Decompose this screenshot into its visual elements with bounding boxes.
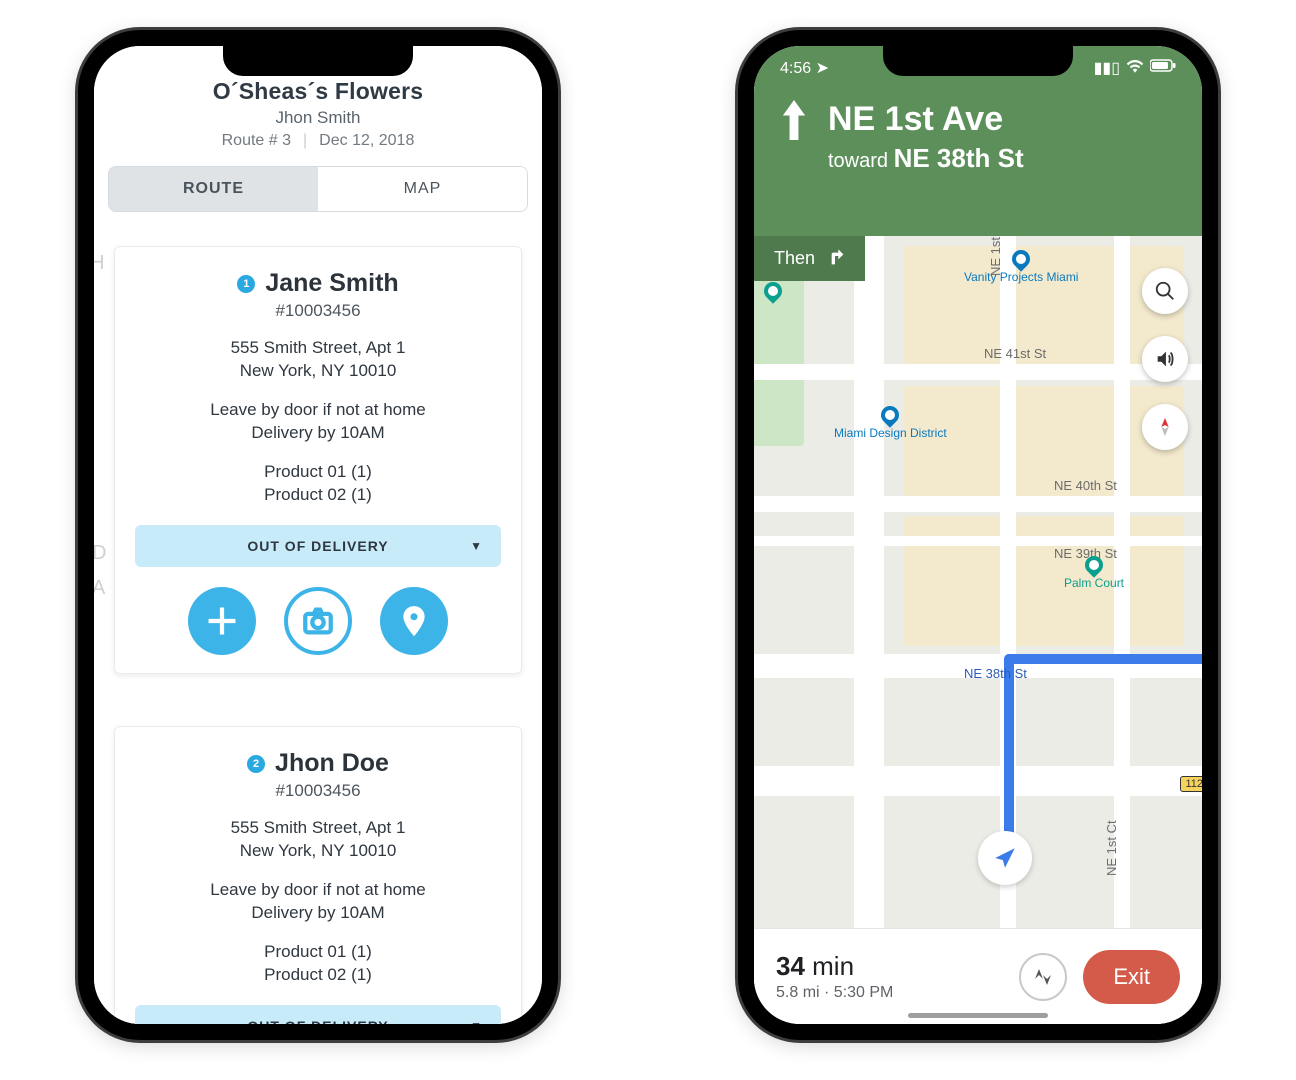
direction-street: NE 1st Ave [828,100,1024,139]
compass-button[interactable] [1142,404,1188,450]
product-line2: Product 02 (1) [135,964,501,987]
status-dropdown[interactable]: OUT OF DELIVERY ▼ [135,525,501,567]
address-line1: 555 Smith Street, Apt 1 [135,337,501,360]
add-button[interactable] [188,587,256,655]
pin-icon [1009,246,1034,271]
alternate-routes-button[interactable] [1019,953,1067,1001]
nav-screen: 4:56 ➤ ▮▮▯ NE 1st Ave toward NE 38th St [754,46,1202,1024]
arrow-up-icon [780,100,808,145]
poi-palm[interactable]: Palm Court [1064,556,1124,590]
pin-icon [760,278,785,303]
direction-toward-prefix: toward [828,150,894,172]
customer-name: Jhon Doe [275,749,389,778]
sound-button[interactable] [1142,336,1188,382]
delivery-header: O´Sheas´s Flowers Jhon Smith Route # 3 |… [94,78,542,150]
stop-card-1[interactable]: 1 Jane Smith #10003456 555 Smith Street,… [114,246,522,674]
poi-design[interactable]: Miami Design District [834,406,947,440]
direction-toward: NE 38th St [894,143,1024,173]
product-line2: Product 02 (1) [135,484,501,507]
address-line2: New York, NY 10010 [135,840,501,863]
status-label: OUT OF DELIVERY [247,538,388,554]
status-time: 4:56 [780,60,811,77]
location-button[interactable] [380,587,448,655]
street-label: NE 40th St [1054,478,1117,493]
phone-delivery: O´Sheas´s Flowers Jhon Smith Route # 3 |… [78,30,558,1040]
poi-generic[interactable] [764,282,782,302]
address-line1: 555 Smith Street, Apt 1 [135,817,501,840]
stop-index-badge: 1 [237,275,255,293]
eta-bar[interactable]: 34 min 5.8 mi · 5:30 PM Exit [754,928,1202,1024]
order-number: #10003456 [135,301,501,321]
delivery-screen: O´Sheas´s Flowers Jhon Smith Route # 3 |… [94,46,542,1024]
compass-icon [1154,416,1176,438]
home-indicator[interactable] [908,1013,1048,1018]
location-arrow-icon: ➤ [816,60,829,77]
pin-icon [397,604,431,638]
product-line1: Product 01 (1) [135,461,501,484]
cursor-icon [992,845,1018,871]
eta-minutes: 34 [776,951,805,981]
speaker-icon [1154,348,1176,370]
search-icon [1154,280,1176,302]
status-dropdown[interactable]: OUT OF DELIVERY ▼ [135,1005,501,1024]
route-shield: 112 [1180,776,1202,792]
map-canvas[interactable]: NE 41st St NE 40th St NE 39th St NE 38th… [754,236,1202,928]
current-location [978,831,1032,885]
street-label: NE 38th St [964,666,1027,681]
pin-icon [1081,552,1106,577]
tab-route[interactable]: ROUTE [109,167,318,211]
eta-details: 5.8 mi · 5:30 PM [776,984,893,1002]
delivery-note2: Delivery by 10AM [135,902,501,925]
chevron-down-icon: ▼ [470,1019,483,1024]
exit-button[interactable]: Exit [1083,950,1180,1004]
order-number: #10003456 [135,781,501,801]
camera-button[interactable] [284,587,352,655]
status-label: OUT OF DELIVERY [247,1018,388,1024]
stop-card-2[interactable]: 2 Jhon Doe #10003456 555 Smith Street, A… [114,726,522,1024]
address-line2: New York, NY 10010 [135,360,501,383]
battery-icon [1150,59,1176,77]
street-label: NE 1st Ct [1104,820,1119,876]
product-line1: Product 01 (1) [135,941,501,964]
street-label: NE 41st St [984,346,1046,361]
signal-icon: ▮▮▯ [1094,58,1120,78]
tab-map[interactable]: MAP [318,167,527,211]
routes-icon [1031,965,1055,989]
route-number: Route # 3 [222,132,291,150]
delivery-note1: Leave by door if not at home [135,879,501,902]
tabs: ROUTE MAP [108,166,528,212]
chevron-down-icon: ▼ [470,539,483,553]
delivery-note1: Leave by door if not at home [135,399,501,422]
plus-icon [205,604,239,638]
then-label: Then [774,248,815,269]
eta-minutes-unit: min [805,951,854,981]
wifi-icon [1126,59,1144,78]
delivery-note2: Delivery by 10AM [135,422,501,445]
customer-name: Jane Smith [265,269,398,298]
route-date: Dec 12, 2018 [319,132,414,150]
search-button[interactable] [1142,268,1188,314]
camera-icon [301,604,335,638]
next-step[interactable]: Then [754,236,865,281]
exit-label: Exit [1113,964,1150,989]
stop-index-badge: 2 [247,755,265,773]
turn-right-icon [825,246,845,271]
phone-navigation: 4:56 ➤ ▮▮▯ NE 1st Ave toward NE 38th St [738,30,1218,1040]
store-name: O´Sheas´s Flowers [94,78,542,105]
driver-name: Jhon Smith [94,108,542,128]
pin-icon [878,402,903,427]
status-bar: 4:56 ➤ ▮▮▯ [754,58,1202,78]
poi-vanity[interactable]: Vanity Projects Miami [964,250,1078,284]
